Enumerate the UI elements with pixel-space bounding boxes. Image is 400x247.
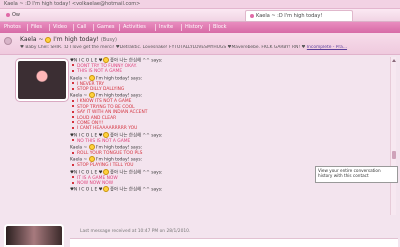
- says-label: says:: [149, 133, 163, 139]
- message-text: SAY IT WITH AN INDIAN ACCENT: [77, 110, 148, 116]
- says-label: says:: [129, 93, 143, 99]
- menu-divider: [119, 24, 120, 31]
- conversation-tabs: Ow Kaela ~ :D I'm high today!: [0, 9, 400, 22]
- bullet-icon: [72, 116, 74, 119]
- bullet-icon: [72, 99, 74, 102]
- sender-name: ♥N I C O L E ♥: [70, 170, 103, 176]
- bullet-icon: [72, 69, 74, 72]
- sender-name: ♥N I C O L E ♥: [70, 58, 103, 64]
- sender-name: Kaela ~: [70, 76, 89, 82]
- menu-divider: [93, 24, 94, 31]
- menu-call[interactable]: Call: [77, 22, 86, 33]
- menu-invite[interactable]: Invite: [159, 22, 173, 33]
- message-text: I CANT HEAAAARRRRR YOU: [77, 126, 138, 132]
- bullet-icon: [72, 126, 74, 129]
- message-text: NOW NOW NOW: [77, 181, 114, 187]
- says-label: says:: [129, 76, 143, 82]
- contact-status: (Busy): [100, 37, 117, 43]
- message-sender-line: ♥N I C O L E ♥ 좋아 나는 한심해 ^^ says:: [70, 186, 390, 193]
- contact-avatar[interactable]: [16, 59, 68, 101]
- menu-history[interactable]: History: [185, 22, 203, 33]
- contact-status-icon: [250, 13, 254, 18]
- message-sender-line: Kaela ~ I'm high today! says:: [70, 144, 390, 151]
- menu-photos[interactable]: Photos: [4, 22, 21, 33]
- my-avatar[interactable]: [4, 224, 64, 247]
- menu-activities[interactable]: Activities: [123, 22, 146, 33]
- tab-ow[interactable]: Ow: [2, 10, 42, 21]
- menu-divider: [181, 24, 182, 31]
- contact-status-icon: [6, 12, 10, 17]
- bullet-icon: [72, 163, 74, 166]
- menu-video[interactable]: Video: [53, 22, 67, 33]
- contact-header: Kaela ~ I'm high today! (Busy) ♥ Baby Ch…: [0, 33, 400, 55]
- menu-divider: [209, 24, 210, 31]
- sender-tagline: 좋아 나는 한심해 ^^: [108, 187, 150, 193]
- scroll-thumb[interactable]: [392, 151, 396, 159]
- message-input[interactable]: [70, 238, 398, 247]
- message-text: THIS IS NOT A GAME: [77, 69, 123, 75]
- bullet-icon: [72, 139, 74, 142]
- sender-name: ♥N I C O L E ♥: [70, 133, 103, 139]
- says-label: says:: [149, 187, 163, 193]
- message-sender-line: ♥N I C O L E ♥ 좋아 나는 한심해 ^^ says:: [70, 57, 390, 64]
- message-text: NO THIS IS NOT A GAME: [77, 138, 131, 144]
- scroll-up-icon[interactable]: [392, 58, 396, 62]
- contact-status-icon[interactable]: [4, 37, 12, 45]
- bullet-icon: [72, 151, 74, 154]
- bullet-icon: [72, 181, 74, 184]
- menu-files[interactable]: Files: [31, 22, 42, 33]
- tab-label: Ow: [12, 12, 21, 18]
- last-message-time: Last message received at 10:47 PM on 28/…: [80, 229, 191, 234]
- message-text: STOP TRYING TO BE COOL: [77, 104, 135, 110]
- bullet-icon: [72, 87, 74, 90]
- bullet-icon: [72, 121, 74, 124]
- sender-name: Kaela ~: [70, 145, 89, 151]
- bullet-icon: [72, 105, 74, 108]
- chat-scrollbar[interactable]: [390, 57, 396, 215]
- menu-divider: [27, 24, 28, 31]
- bullet-icon: [72, 82, 74, 85]
- sender-tagline: 좋아 나는 한심해 ^^: [108, 58, 150, 64]
- message-text: STOP DILLY DALLYING: [77, 87, 125, 93]
- history-tooltip: View your entire conversation history wi…: [315, 166, 398, 183]
- bullet-icon: [72, 64, 74, 67]
- says-label: says:: [149, 170, 163, 176]
- toolbar: Photos Files Video Call Games Activities…: [0, 22, 400, 33]
- sender-name: ♥N I C O L E ♥: [70, 187, 103, 193]
- window-title: Kaela ~ :D I'm high today! <volkaelae@ho…: [0, 0, 400, 9]
- message-text: I KNOW ITS NOT A GAME: [77, 99, 132, 105]
- says-label: says:: [129, 145, 143, 151]
- menu-block[interactable]: Block: [213, 22, 227, 33]
- sender-tagline: 좋아 나는 한심해 ^^: [108, 170, 150, 176]
- bullet-icon: [72, 110, 74, 113]
- sender-tagline: I'm high today!: [94, 145, 130, 151]
- message-text: ROLL YOUR TONGUE TOO PLS: [77, 151, 143, 156]
- sender-tagline: I'm high today!: [94, 76, 130, 82]
- message-text: STOP PLAYING I TELL YOU: [77, 163, 134, 169]
- message-sender-line: ♥N I C O L E ♥ 좋아 나는 한심해 ^^ says:: [70, 131, 390, 139]
- bullet-icon: [72, 176, 74, 179]
- contact-personal-message: ♥ Baby Chel: SHIR. :D I love get the mer…: [20, 45, 348, 50]
- message-sender-line: Kaela ~ I'm high today! says:: [70, 74, 390, 82]
- now-playing-link[interactable]: Incomplete - Pra...: [307, 45, 347, 50]
- tab-label: Kaela ~ :D I'm high today!: [256, 13, 323, 19]
- menu-divider: [73, 24, 74, 31]
- menu-divider: [155, 24, 156, 31]
- message-text: LOUD AND CLEAR: [77, 115, 117, 121]
- menu-divider: [49, 24, 50, 31]
- menu-games[interactable]: Games: [97, 22, 115, 33]
- tab-kaela[interactable]: Kaela ~ :D I'm high today!: [245, 10, 353, 21]
- contact-name: Kaela ~ I'm high today! (Busy): [20, 36, 117, 43]
- says-label: says:: [149, 58, 163, 64]
- message-text: I NEVER TRY: [77, 81, 105, 87]
- conversation-history: ♥N I C O L E ♥ 좋아 나는 한심해 ^^ says: DONT TR…: [70, 57, 390, 215]
- message-text: IT IS A GAME NOW: [77, 175, 118, 181]
- sender-tagline: 좋아 나는 한심해 ^^: [108, 133, 150, 139]
